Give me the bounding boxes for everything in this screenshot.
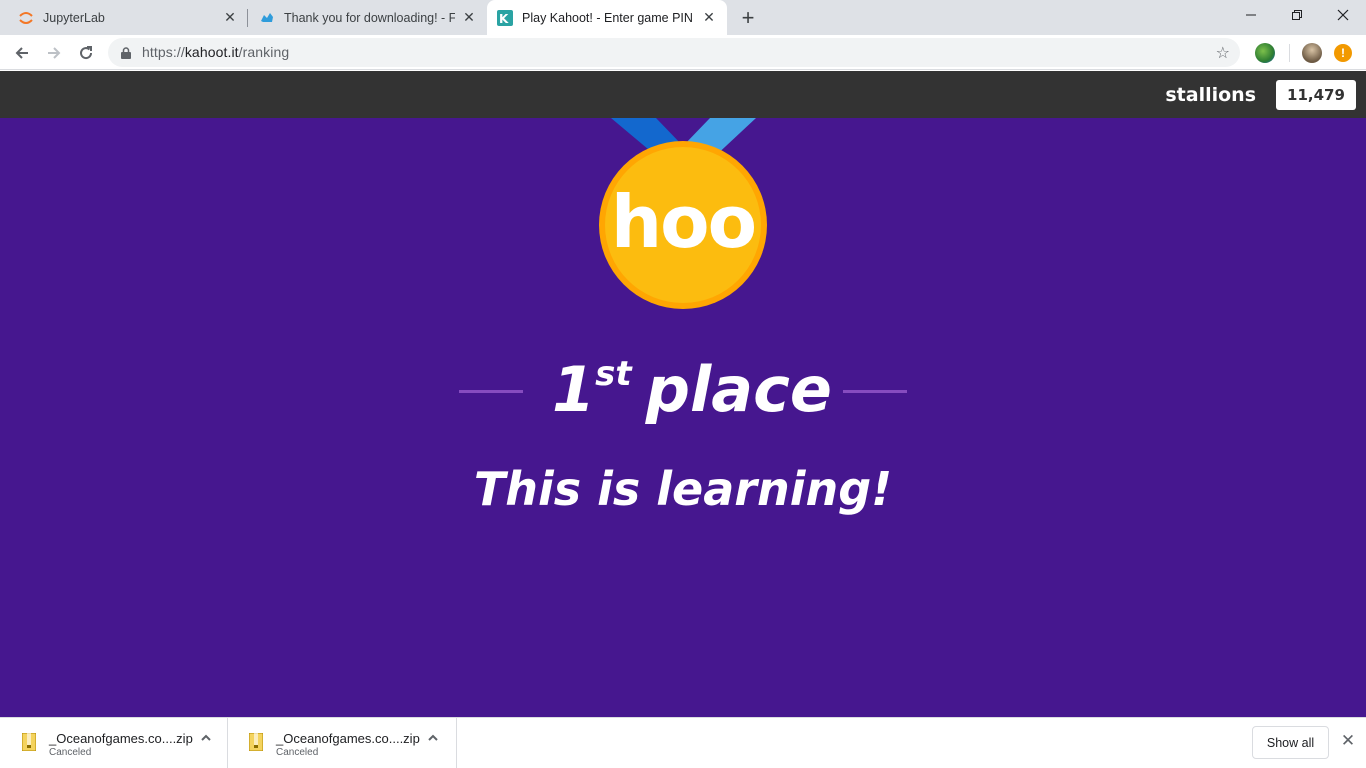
rank-title: 1st place	[552, 353, 832, 426]
zip-file-icon	[248, 732, 264, 756]
rank-line-right	[843, 390, 907, 393]
forward-icon[interactable]	[40, 39, 68, 67]
browser-toolbar: https://kahoot.it/ranking ☆ !	[0, 35, 1366, 70]
rank-line-left	[459, 390, 523, 393]
url-path: /ranking	[238, 44, 290, 60]
player-score: 11,479	[1276, 80, 1356, 110]
tab-title: Thank you for downloading! - FileHorse	[284, 10, 455, 25]
medal-label: hoo	[610, 180, 757, 264]
download-status: Canceled	[276, 747, 319, 758]
rank-suffix: st	[595, 354, 632, 394]
rank-number: 1	[552, 353, 596, 426]
close-window-icon[interactable]	[1320, 0, 1366, 30]
tab-filehorse[interactable]: Thank you for downloading! - FileHorse ✕	[249, 0, 487, 35]
download-shelf: _Oceanofgames.co....zip Canceled _Oceano…	[0, 717, 1366, 768]
jupyter-icon	[18, 10, 34, 26]
svg-text:K: K	[499, 12, 509, 26]
result-message: This is learning!	[473, 462, 893, 516]
minimize-icon[interactable]	[1228, 0, 1274, 30]
bookmark-star-icon[interactable]: ☆	[1216, 43, 1230, 63]
toolbar-divider	[1289, 44, 1290, 62]
download-item[interactable]: _Oceanofgames.co....zip Canceled	[229, 718, 457, 768]
tab-kahoot[interactable]: K Play Kahoot! - Enter game PIN here! ✕	[487, 0, 727, 35]
url-text: https://kahoot.it/ranking	[142, 44, 289, 60]
download-filename: _Oceanofgames.co....zip	[49, 731, 193, 746]
back-icon[interactable]	[8, 39, 36, 67]
update-alert-icon[interactable]: !	[1334, 44, 1352, 62]
ranking-stage: hoo 1st place This is learning!	[0, 118, 1366, 717]
close-icon[interactable]: ✕	[461, 9, 477, 26]
zip-file-icon	[21, 732, 37, 756]
chevron-up-icon[interactable]	[427, 732, 439, 747]
download-item[interactable]: _Oceanofgames.co....zip Canceled	[0, 718, 228, 768]
rank-row: 1st place	[0, 353, 1366, 429]
rank-word: place	[645, 353, 832, 426]
reload-icon[interactable]	[72, 39, 100, 67]
tab-strip: JupyterLab ✕ Thank you for downloading! …	[0, 0, 1366, 35]
download-filename: _Oceanofgames.co....zip	[276, 731, 420, 746]
tab-divider	[247, 9, 248, 27]
tab-title: JupyterLab	[43, 10, 105, 25]
tab-jupyterlab[interactable]: JupyterLab ✕	[8, 0, 248, 35]
filehorse-icon	[259, 10, 275, 26]
close-icon[interactable]: ✕	[222, 9, 238, 26]
tab-title: Play Kahoot! - Enter game PIN here!	[522, 10, 695, 25]
close-icon[interactable]: ✕	[701, 9, 717, 26]
restore-icon[interactable]	[1274, 0, 1320, 30]
download-status: Canceled	[49, 747, 92, 758]
lock-icon	[121, 46, 131, 64]
close-icon[interactable]: ✕	[1338, 731, 1358, 751]
extension-globe-icon[interactable]	[1255, 43, 1275, 63]
url-scheme: https://	[142, 44, 185, 60]
player-nickname: stallions	[1165, 84, 1256, 106]
game-status-bar: stallions 11,479	[0, 71, 1366, 118]
url-host: kahoot.it	[184, 44, 239, 60]
kahoot-icon: K	[497, 9, 513, 26]
new-tab-button[interactable]: +	[736, 5, 760, 30]
chevron-up-icon[interactable]	[200, 732, 212, 747]
profile-avatar[interactable]	[1302, 43, 1322, 63]
show-all-button[interactable]: Show all	[1252, 726, 1329, 759]
address-bar[interactable]: https://kahoot.it/ranking ☆	[108, 38, 1240, 67]
